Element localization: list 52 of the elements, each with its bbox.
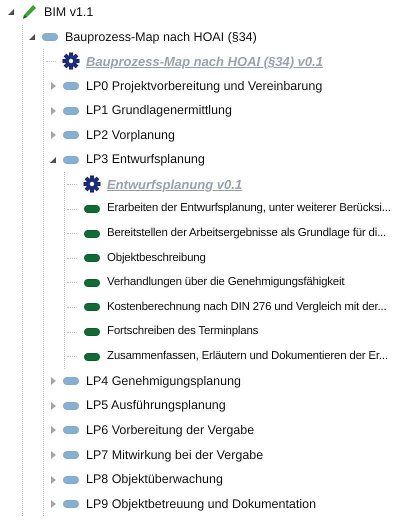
collapsed-expander-icon[interactable] <box>49 106 57 116</box>
pill-icon <box>62 499 80 510</box>
pill-icon <box>62 81 80 92</box>
expanded-expander-icon[interactable] <box>28 32 36 41</box>
pill-icon <box>83 204 101 214</box>
pill-icon <box>62 154 80 165</box>
pill-icon <box>83 253 101 264</box>
pill-icon <box>83 278 101 288</box>
pill-icon <box>62 376 80 386</box>
pill-icon <box>62 106 80 116</box>
node-label[interactable]: Erarbeiten der Entwurfsplanung, unter weiterer Berücksi... <box>107 200 391 218</box>
node-label[interactable]: Bereitstellen der Arbeitsergebnisse als Grundlage für di... <box>107 225 386 242</box>
pill-icon <box>83 327 101 338</box>
pill-icon <box>62 130 80 140</box>
pill-icon <box>41 32 59 42</box>
collapsed-expander-icon[interactable] <box>49 499 57 510</box>
pill-icon <box>62 425 80 436</box>
node-label[interactable]: LP2 Vorplanung <box>86 126 175 145</box>
collapsed-expander-icon[interactable] <box>49 400 57 411</box>
collapsed-expander-icon[interactable] <box>49 425 57 436</box>
node-label[interactable]: Zusammenfassen, Erläutern und Dokumentieren der Er... <box>107 348 388 366</box>
node-label[interactable]: LP3 Entwurfsplanung <box>86 150 205 170</box>
node-label[interactable]: Fortschreiben des Terminplans <box>107 323 258 341</box>
node-label[interactable]: Bauprozess-Map nach HOAI (§34) <box>65 28 257 46</box>
pill-icon <box>83 302 101 312</box>
pill-icon <box>62 400 80 411</box>
pencil-icon <box>20 3 38 22</box>
node-label[interactable]: LP7 Mitwirkung bei der Vergabe <box>86 446 264 464</box>
node-label[interactable]: LP5 Ausführungsplanung <box>86 396 226 416</box>
node-label[interactable]: Objektbeschreibung <box>107 250 206 267</box>
node-label[interactable]: LP9 Objektbetreuung und Dokumentation <box>86 494 316 514</box>
collapsed-expander-icon[interactable] <box>49 474 57 485</box>
gear-icon <box>83 175 101 194</box>
collapsed-expander-icon[interactable] <box>49 450 57 460</box>
node-label[interactable]: LP8 Objektüberwachung <box>86 470 223 489</box>
gear-icon <box>62 52 80 70</box>
node-label[interactable]: LP0 Projektvorbereitung und Vereinbarung <box>86 76 322 96</box>
node-label[interactable]: BIM v1.1 <box>44 2 94 22</box>
pill-icon <box>83 228 101 239</box>
collapsed-expander-icon[interactable] <box>49 130 57 140</box>
expanded-expander-icon[interactable] <box>7 8 15 16</box>
node-label[interactable]: Verhandlungen über die Genehmigungsfähigkeit <box>107 274 344 292</box>
pill-icon <box>62 474 80 485</box>
pill-icon <box>62 450 80 460</box>
node-label[interactable]: LP1 Grundlagenermittlung <box>86 101 232 120</box>
collapsed-expander-icon[interactable] <box>49 81 57 92</box>
expanded-expander-icon[interactable] <box>49 156 57 164</box>
node-label[interactable]: Kostenberechnung nach DIN 276 und Vergleich mit der... <box>107 298 386 316</box>
node-label[interactable]: LP4 Genehmigungsplanung <box>86 372 241 391</box>
node-label[interactable]: LP6 Vorbereitung der Vergabe <box>86 421 254 440</box>
collapsed-expander-icon[interactable] <box>49 376 57 386</box>
pill-icon <box>83 352 101 362</box>
